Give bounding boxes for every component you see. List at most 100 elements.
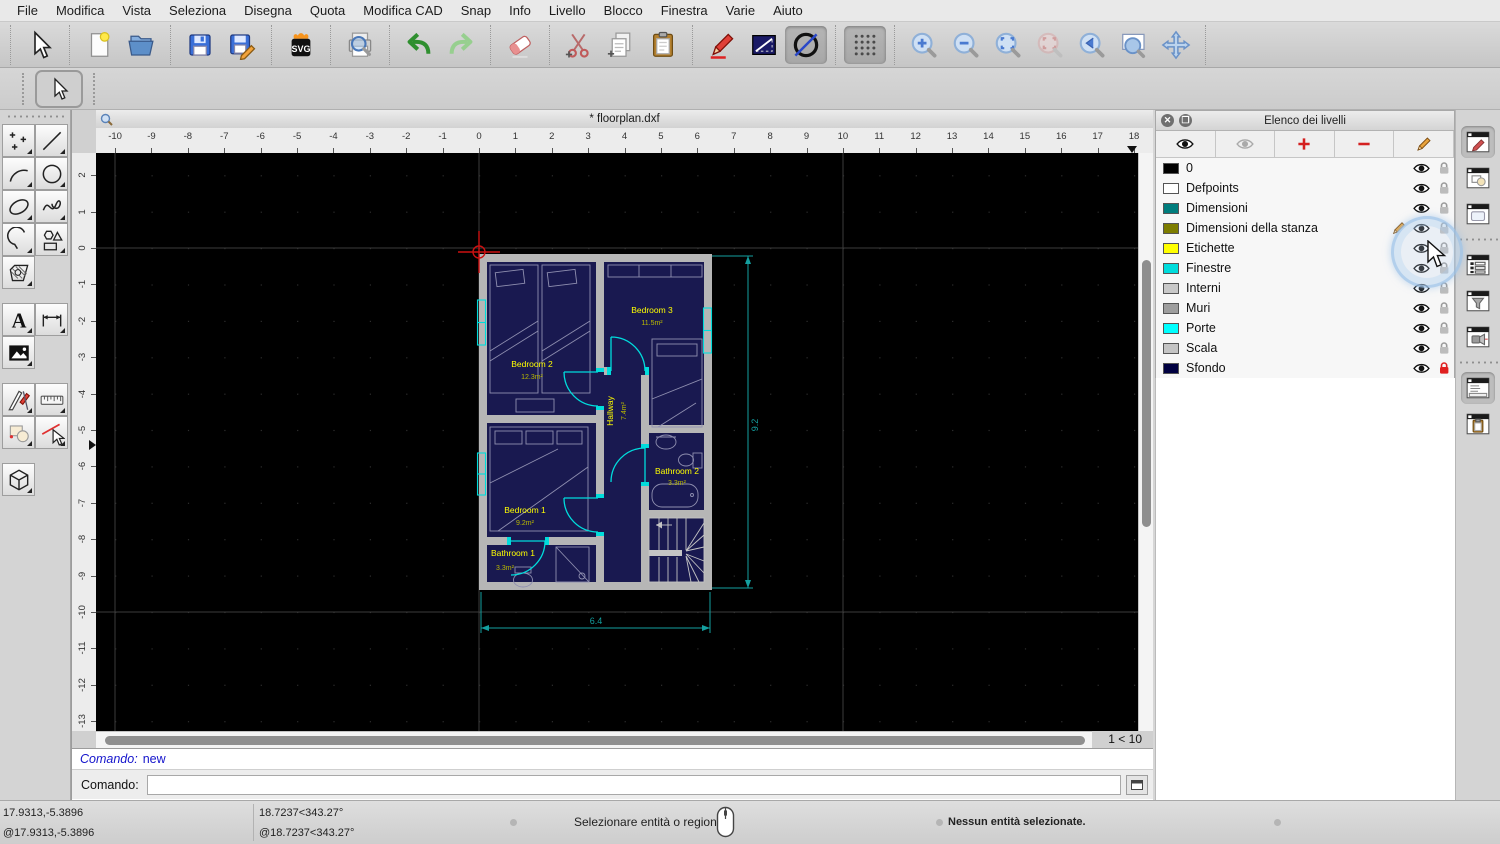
horizontal-scrollbar[interactable] — [96, 731, 1092, 748]
zoom-window-button[interactable] — [1113, 26, 1155, 64]
block-browser-dock-button[interactable] — [1461, 162, 1495, 194]
menu-disegna[interactable]: Disegna — [235, 3, 301, 18]
layer-visibility-eye-icon[interactable] — [1413, 362, 1430, 375]
zoom-selection-button[interactable] — [1029, 26, 1071, 64]
select-entity-button[interactable] — [35, 416, 68, 449]
cut-button[interactable] — [558, 26, 600, 64]
command-detach-button[interactable] — [1126, 774, 1148, 795]
property-editor-dock-button[interactable] — [1461, 126, 1495, 158]
layer-row-sfondo[interactable]: Sfondo — [1156, 358, 1454, 378]
draw-polyline-button[interactable] — [2, 223, 35, 256]
block-tools-button[interactable] — [2, 416, 35, 449]
draw-line-button[interactable] — [35, 124, 68, 157]
selection-pointer-tool-button[interactable] — [35, 69, 83, 108]
draw-spline-button[interactable] — [35, 190, 68, 223]
layer-visibility-eye-icon[interactable] — [1413, 302, 1430, 315]
draw-ellipse-button[interactable] — [2, 190, 35, 223]
save-document-button[interactable] — [179, 26, 221, 64]
measure-tools-button[interactable] — [35, 383, 68, 416]
menu-vista[interactable]: Vista — [113, 3, 160, 18]
draw-circle-button[interactable] — [35, 157, 68, 190]
add-layer-button[interactable] — [1275, 131, 1335, 157]
command-input[interactable] — [146, 774, 1121, 795]
vruler-label: -3 — [77, 352, 88, 362]
zoom-auto-button[interactable] — [987, 26, 1029, 64]
grid-toggle-button[interactable] — [844, 25, 886, 64]
draw-text-button[interactable]: A — [2, 303, 35, 336]
insert-image-button[interactable] — [2, 336, 35, 369]
layer-lock-icon[interactable] — [1438, 301, 1450, 315]
svg-export-button[interactable]: SVG — [280, 26, 322, 64]
menu-info[interactable]: Info — [500, 3, 540, 18]
modify-tools-button[interactable] — [2, 383, 35, 416]
menu-quota[interactable]: Quota — [301, 3, 354, 18]
document-titlebar[interactable]: * floorplan.dxf — [96, 110, 1153, 129]
remove-layer-button[interactable] — [1335, 131, 1395, 157]
light-view-dock-button[interactable] — [1461, 321, 1495, 353]
layer-row-porte[interactable]: Porte — [1156, 318, 1454, 338]
library-browser-dock-button[interactable] — [1461, 198, 1495, 230]
zoom-previous-button[interactable] — [1071, 26, 1113, 64]
paste-button[interactable] — [642, 26, 684, 64]
layer-row-dimensioni[interactable]: Dimensioni — [1156, 198, 1454, 218]
clipboard-viewer-dock-button[interactable] — [1461, 408, 1495, 440]
layer-visibility-eye-icon[interactable] — [1413, 182, 1430, 195]
selection-pointer-button[interactable] — [19, 26, 61, 64]
view-3d-button[interactable] — [2, 463, 35, 496]
layer-visibility-eye-icon[interactable] — [1413, 342, 1430, 355]
vertical-scrollbar-thumb[interactable] — [1142, 260, 1151, 527]
hide-all-layers-button[interactable] — [1216, 131, 1276, 157]
layer-visibility-eye-icon[interactable] — [1413, 322, 1430, 335]
layer-row-muri[interactable]: Muri — [1156, 298, 1454, 318]
construction-mode-button[interactable] — [785, 25, 827, 64]
layer-visibility-eye-icon[interactable] — [1413, 202, 1430, 215]
show-all-layers-button[interactable] — [1156, 131, 1216, 157]
draw-shapes-button[interactable] — [35, 223, 68, 256]
copy-button[interactable] — [600, 26, 642, 64]
menu-varie[interactable]: Varie — [717, 3, 764, 18]
layer-lock-icon[interactable] — [1438, 341, 1450, 355]
layer-lock-icon[interactable] — [1438, 201, 1450, 215]
new-document-button[interactable] — [78, 26, 120, 64]
layer-row-defpoints[interactable]: Defpoints — [1156, 178, 1454, 198]
zoom-pan-button[interactable] — [1155, 26, 1197, 64]
menu-seleziona[interactable]: Seleziona — [160, 3, 235, 18]
draw-arc-button[interactable] — [2, 157, 35, 190]
vertical-scrollbar[interactable] — [1138, 153, 1153, 731]
undo-button[interactable] — [398, 26, 440, 64]
drawing-canvas[interactable]: 9.2 6.4 Bedroom 3 11.5m² Bedroom 2 12.3m… — [96, 153, 1139, 731]
draw-sketch-button[interactable] — [701, 26, 743, 64]
menu-livello[interactable]: Livello — [540, 3, 595, 18]
layer-lock-icon[interactable] — [1438, 361, 1450, 375]
menu-blocco[interactable]: Blocco — [595, 3, 652, 18]
layer-row-0[interactable]: 0 — [1156, 158, 1454, 178]
layer-lock-icon[interactable] — [1438, 181, 1450, 195]
menu-modifica[interactable]: Modifica — [47, 3, 113, 18]
draw-dimension-button[interactable] — [35, 303, 68, 336]
menu-aiuto[interactable]: Aiuto — [764, 3, 812, 18]
save-as-button[interactable] — [221, 26, 263, 64]
bounding-box-button[interactable] — [743, 26, 785, 64]
layer-lock-icon[interactable] — [1438, 161, 1450, 175]
open-document-button[interactable] — [120, 26, 162, 64]
selection-filter-dock-button[interactable] — [1461, 285, 1495, 317]
edit-layer-button[interactable] — [1394, 131, 1454, 157]
view-list-dock-button[interactable] — [1461, 249, 1495, 281]
zoom-out-button[interactable] — [945, 26, 987, 64]
layer-row-scala[interactable]: Scala — [1156, 338, 1454, 358]
command-history-dock-button[interactable] — [1461, 372, 1495, 404]
layer-lock-icon[interactable] — [1438, 321, 1450, 335]
layer-visibility-eye-icon[interactable] — [1413, 162, 1430, 175]
add-points-button[interactable] — [2, 124, 35, 157]
delete-entities-button[interactable] — [499, 26, 541, 64]
horizontal-scrollbar-thumb[interactable] — [105, 736, 1085, 745]
draw-hatch-button[interactable] — [2, 256, 35, 289]
menu-file[interactable]: File — [8, 3, 47, 18]
zoom-in-button[interactable] — [903, 26, 945, 64]
menu-modifica-cad[interactable]: Modifica CAD — [354, 3, 451, 18]
menu-finestra[interactable]: Finestra — [652, 3, 717, 18]
palette-drag-handle[interactable] — [6, 115, 64, 118]
redo-button[interactable] — [440, 26, 482, 64]
print-preview-button[interactable] — [339, 26, 381, 64]
menu-snap[interactable]: Snap — [452, 3, 500, 18]
